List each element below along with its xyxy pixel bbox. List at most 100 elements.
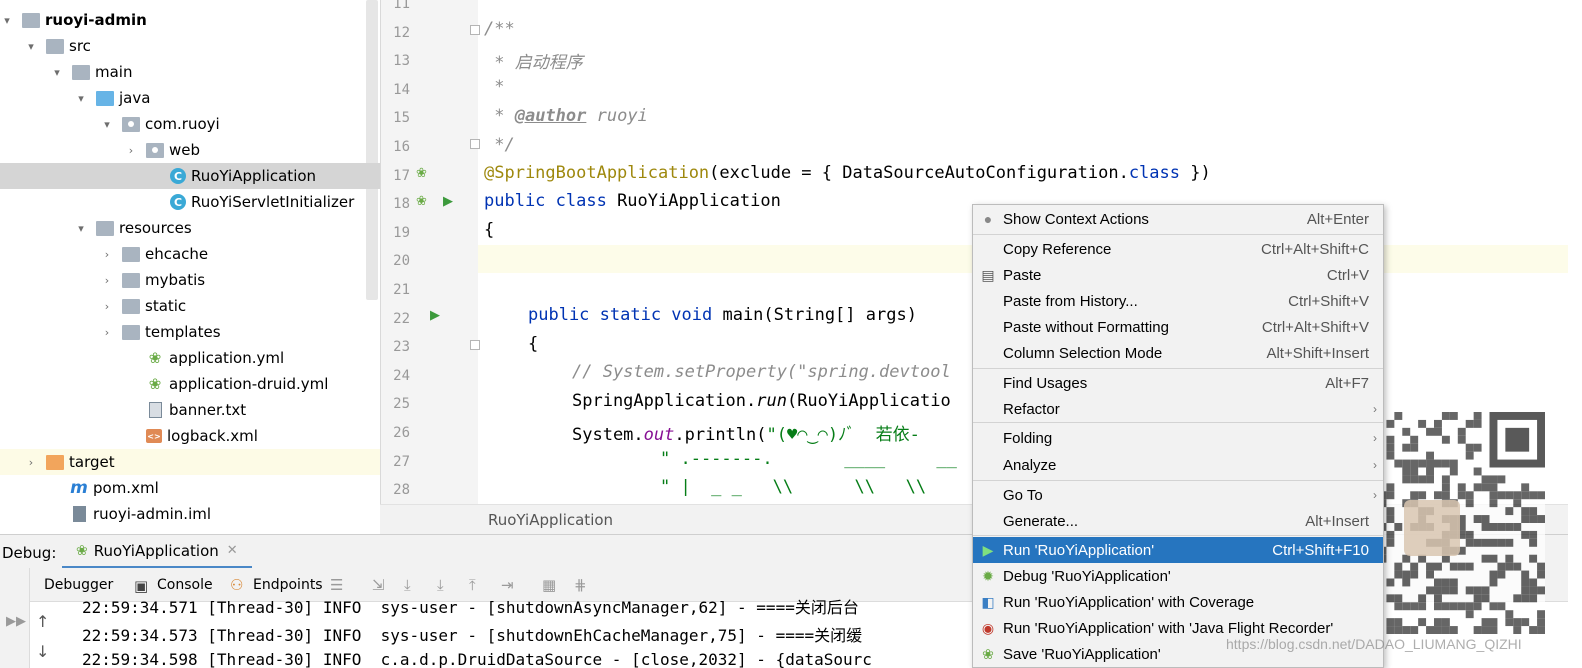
- folder-icon: [122, 246, 140, 262]
- step-out-icon[interactable]: ⤒: [469, 576, 476, 594]
- expanded-arrow-icon[interactable]: ▾: [0, 14, 14, 27]
- tree-item[interactable]: › templates: [0, 319, 380, 345]
- menu-item-shortcut: Ctrl+Shift+V: [1288, 292, 1369, 310]
- menu-item[interactable]: Copy Reference Ctrl+Alt+Shift+C: [973, 236, 1383, 262]
- collapsed-arrow-icon[interactable]: ›: [100, 248, 114, 261]
- expanded-arrow-icon[interactable]: ▾: [50, 66, 64, 79]
- submenu-arrow-icon: ›: [1373, 488, 1377, 502]
- tree-item[interactable]: ▾ main: [0, 59, 380, 85]
- project-tree: ▾ ruoyi-admin ▾ src ▾ main ▾ java ▾ com.ruoyi › web…: [0, 0, 380, 534]
- menu-item-label: Copy Reference: [1003, 240, 1112, 258]
- line-number: 20: [393, 253, 410, 270]
- expanded-arrow-icon[interactable]: ▾: [74, 222, 88, 235]
- tree-item[interactable]: ❀ application.yml: [0, 345, 380, 371]
- tree-item[interactable]: › static: [0, 293, 380, 319]
- menu-item[interactable]: Go To ›: [973, 482, 1383, 508]
- menu-item[interactable]: ✹ Debug 'RuoYiApplication': [973, 563, 1383, 589]
- package-icon: [122, 116, 140, 132]
- step-over-icon[interactable]: ⤓: [404, 576, 411, 594]
- line-number: 19: [393, 224, 410, 241]
- collapsed-arrow-icon[interactable]: ›: [100, 326, 114, 339]
- code-line-12: /**: [484, 19, 515, 39]
- tree-item[interactable]: ❀ application-druid.yml: [0, 371, 380, 397]
- code-line-28: " | _ _ \\ \\ \\: [660, 477, 927, 497]
- run-to-cursor-icon[interactable]: ⇥: [501, 576, 514, 594]
- menu-item[interactable]: ◧ Run 'RuoYiApplication' with Coverage: [973, 589, 1383, 615]
- tree-item[interactable]: ▾ java: [0, 85, 380, 111]
- tree-item[interactable]: ▾ ruoyi-admin: [0, 7, 380, 33]
- spring-bean-icon[interactable]: ❀: [416, 166, 427, 181]
- collapsed-arrow-icon[interactable]: ›: [100, 300, 114, 313]
- endpoints-tab[interactable]: Endpoints: [253, 577, 323, 593]
- expanded-arrow-icon[interactable]: ▾: [24, 40, 38, 53]
- tree-item[interactable]: C RuoYiApplication: [0, 163, 380, 189]
- menu-item-label: Go To: [1003, 486, 1043, 504]
- tree-item[interactable]: m pom.xml: [0, 475, 380, 501]
- spring-bean-icon[interactable]: ❀: [416, 194, 427, 209]
- close-icon[interactable]: ✕: [227, 543, 238, 558]
- tree-item[interactable]: C RuoYiServletInitializer: [0, 189, 380, 215]
- menu-item[interactable]: ▤ Paste Ctrl+V: [973, 262, 1383, 288]
- menu-item[interactable]: Refactor ›: [973, 396, 1383, 422]
- menu-item[interactable]: Generate... Alt+Insert: [973, 508, 1383, 534]
- resume-icon[interactable]: ▶▶: [6, 614, 26, 629]
- collapsed-arrow-icon[interactable]: ›: [24, 456, 38, 469]
- breadcrumb-item[interactable]: RuoYiApplication: [488, 511, 613, 529]
- menu-item[interactable]: Column Selection Mode Alt+Shift+Insert: [973, 340, 1383, 366]
- tree-item[interactable]: › web: [0, 137, 380, 163]
- code-line-17: @SpringBootApplication(exclude = { DataS…: [484, 163, 1211, 183]
- evaluate-icon[interactable]: ▦: [542, 576, 556, 594]
- tree-item[interactable]: ruoyi-admin.iml: [0, 501, 380, 527]
- scroll-down-icon[interactable]: ↓: [36, 642, 49, 661]
- log-line: 22:59:34.573 [Thread-30] INFO sys-user -…: [82, 626, 863, 645]
- menu-item[interactable]: Analyze ›: [973, 452, 1383, 478]
- menu-separator: [973, 535, 1383, 536]
- tree-item[interactable]: › mybatis: [0, 267, 380, 293]
- fold-marker-icon[interactable]: [470, 25, 480, 35]
- menu-separator: [973, 234, 1383, 235]
- menu-item[interactable]: ▶ Run 'RuoYiApplication' Ctrl+Shift+F10: [973, 537, 1383, 563]
- run-gutter-icon[interactable]: ▶: [430, 308, 440, 323]
- yml-icon: ❀: [148, 349, 162, 367]
- tree-item[interactable]: ▾ src: [0, 33, 380, 59]
- trace-icon[interactable]: ⋕: [574, 576, 587, 594]
- debug-tab-label: RuoYiApplication: [93, 541, 219, 560]
- fold-marker-icon[interactable]: [470, 139, 480, 149]
- menu-item[interactable]: Paste from History... Ctrl+Shift+V: [973, 288, 1383, 314]
- menu-item[interactable]: ● Show Context Actions Alt+Enter: [973, 206, 1383, 232]
- menu-item-label: Run 'RuoYiApplication' with Coverage: [1003, 593, 1255, 611]
- fold-marker-icon[interactable]: [470, 340, 480, 350]
- menu-icon[interactable]: ☰: [330, 576, 343, 594]
- tree-item[interactable]: › ehcache: [0, 241, 380, 267]
- collapsed-arrow-icon[interactable]: ›: [124, 144, 138, 157]
- tree-item-label: application.yml: [169, 349, 285, 367]
- step-into-icon[interactable]: ⤓: [437, 576, 444, 594]
- expanded-arrow-icon[interactable]: ▾: [100, 118, 114, 131]
- menu-item[interactable]: Paste without Formatting Ctrl+Alt+Shift+V: [973, 314, 1383, 340]
- source-folder-icon: [96, 90, 114, 106]
- tree-item[interactable]: › target: [0, 449, 380, 475]
- scroll-up-icon[interactable]: ↑: [36, 612, 49, 631]
- line-number: 23: [393, 339, 410, 356]
- tree-item[interactable]: ▾ com.ruoyi: [0, 111, 380, 137]
- menu-item[interactable]: Find Usages Alt+F7: [973, 370, 1383, 396]
- tree-item-label: ruoyi-admin: [45, 11, 147, 29]
- menu-item-label: Paste without Formatting: [1003, 318, 1169, 336]
- menu-item-label: Run 'RuoYiApplication': [1003, 541, 1155, 559]
- expanded-arrow-icon[interactable]: ▾: [74, 92, 88, 105]
- code-line-23: {: [528, 334, 539, 354]
- submenu-arrow-icon: ›: [1373, 458, 1377, 472]
- debug-session-tab[interactable]: ❀ RuoYiApplication ✕: [62, 535, 252, 569]
- debugger-tab[interactable]: Debugger: [44, 577, 113, 593]
- javadoc-author-tag: @author: [514, 106, 587, 126]
- run-gutter-icon[interactable]: ▶: [443, 194, 453, 209]
- console-tab[interactable]: Console: [157, 577, 213, 593]
- code-line-15: * @author ruoyi: [484, 106, 648, 126]
- menu-item[interactable]: Folding ›: [973, 425, 1383, 451]
- tree-item[interactable]: ▾ resources: [0, 215, 380, 241]
- line-number: 21: [393, 282, 410, 298]
- tree-item[interactable]: <> logback.xml: [0, 423, 380, 449]
- show-execution-point-icon[interactable]: ⇲: [372, 576, 385, 594]
- tree-item[interactable]: banner.txt: [0, 397, 380, 423]
- collapsed-arrow-icon[interactable]: ›: [100, 274, 114, 287]
